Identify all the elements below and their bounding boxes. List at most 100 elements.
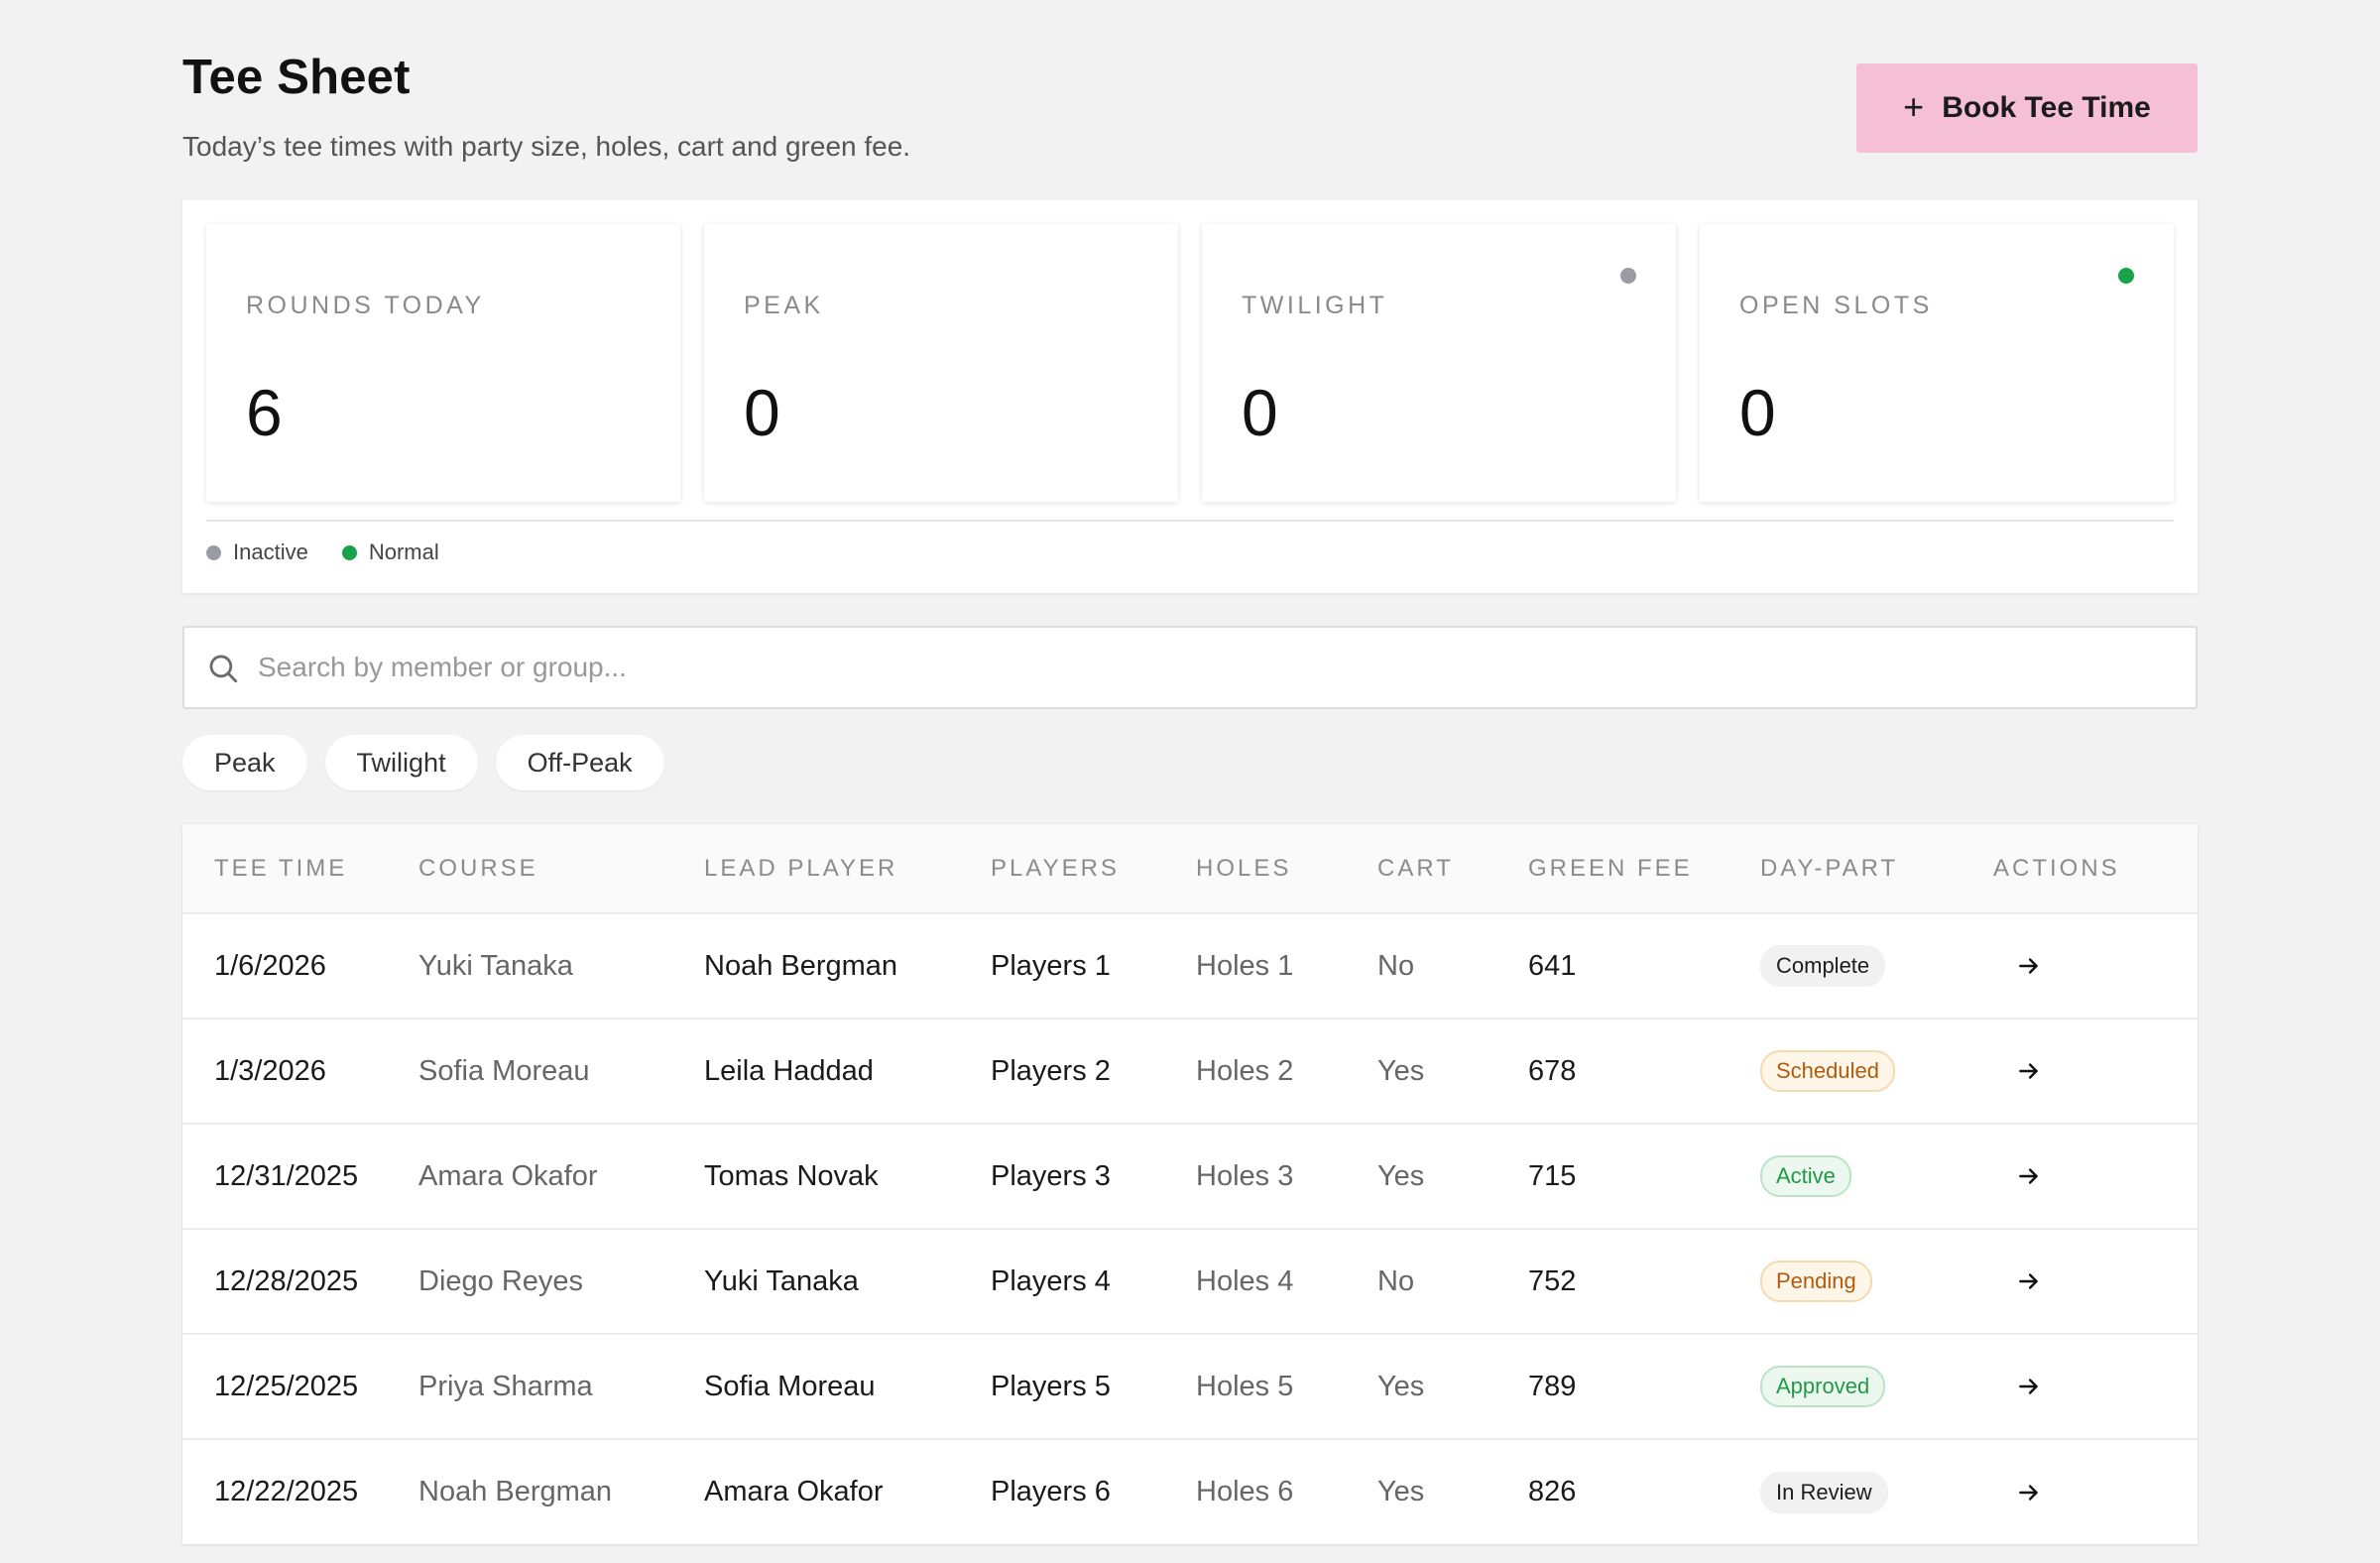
open-row-button[interactable]	[2007, 944, 2051, 988]
open-row-button[interactable]	[2007, 1365, 2051, 1408]
table-row[interactable]: 12/28/2025 Diego Reyes Yuki Tanaka Players …	[182, 1229, 2198, 1334]
cell-actions	[1993, 1334, 2198, 1439]
stat-card-open-slots: OPEN SLOTS 0	[1700, 224, 2174, 502]
stat-value: 0	[1739, 376, 1776, 449]
column-header-actions: ACTIONS	[1993, 854, 2120, 882]
column-header-cart[interactable]: CART	[1377, 824, 1528, 913]
cell-holes: Holes 6	[1196, 1476, 1294, 1507]
cell-day-part: Pending	[1760, 1229, 1993, 1334]
filter-chip-off-peak[interactable]: Off-Peak	[495, 735, 664, 790]
divider	[206, 520, 2174, 522]
cell-green-fee: 789	[1528, 1370, 1577, 1402]
table-row[interactable]: 1/6/2026 Yuki Tanaka Noah Bergman Players 1…	[182, 913, 2198, 1019]
cell-holes: Holes 1	[1196, 949, 1294, 982]
cell-actions	[1993, 1439, 2198, 1544]
column-header-tee-time[interactable]: TEE TIME	[182, 824, 418, 913]
cell-players: Players 4	[991, 1264, 1111, 1297]
table-row[interactable]: 12/22/2025 Noah Bergman Amara Okafor Player…	[182, 1439, 2198, 1544]
cell-holes: Holes 2	[1196, 1054, 1294, 1087]
search-input[interactable]	[258, 628, 2142, 707]
cell-day-part: Active	[1760, 1124, 1993, 1229]
cell-cart: Yes	[1377, 1476, 1425, 1507]
open-row-button[interactable]	[2007, 1049, 2051, 1093]
cell-players: Players 3	[991, 1159, 1111, 1192]
legend-label: Normal	[368, 540, 439, 564]
cell-cart: No	[1377, 949, 1415, 982]
arrow-right-icon	[2019, 1273, 2038, 1289]
cell-course: Priya Sharma	[418, 1370, 593, 1402]
cell-lead-player: Leila Haddad	[704, 1054, 874, 1087]
cell-day-part: Complete	[1760, 913, 1993, 1019]
column-header-players[interactable]: PLAYERS	[991, 824, 1196, 913]
stat-label: TWILIGHT	[1242, 292, 1388, 319]
cell-course: Sofia Moreau	[418, 1054, 590, 1087]
cell-players: Players 6	[991, 1476, 1111, 1507]
plus-icon: +	[1903, 85, 1925, 127]
stat-card-twilight: TWILIGHT 0	[1202, 224, 1676, 502]
legend-item-normal: Normal	[341, 540, 439, 565]
cell-holes: Holes 3	[1196, 1159, 1294, 1192]
column-header-lead-player[interactable]: LEAD PLAYER	[704, 824, 991, 913]
page-title: Tee Sheet	[182, 51, 411, 104]
book-tee-time-button[interactable]: + Book Tee Time	[1856, 63, 2198, 153]
cell-tee-time: 1/3/2026	[214, 1054, 326, 1087]
stat-value: 0	[744, 376, 780, 449]
cell-tee-time: 12/25/2025	[214, 1370, 359, 1402]
open-row-button[interactable]	[2007, 1154, 2051, 1198]
tee-times-table: TEE TIME COURSE LEAD PLAYER PLAYERS HOLE…	[182, 824, 2198, 1544]
arrow-right-icon	[2019, 1168, 2038, 1184]
book-tee-time-label: Book Tee Time	[1942, 91, 2151, 124]
table-row[interactable]: 1/3/2026 Sofia Moreau Leila Haddad Players …	[182, 1019, 2198, 1124]
cell-players: Players 2	[991, 1054, 1111, 1087]
column-header-day-part[interactable]: DAY-PART	[1760, 824, 1993, 913]
search-icon	[209, 655, 238, 683]
cell-holes: Holes 4	[1196, 1264, 1294, 1297]
legend-dot-icon	[341, 544, 357, 560]
stat-label: ROUNDS TODAY	[246, 292, 485, 319]
status-badge: Complete	[1760, 945, 1886, 987]
arrow-right-icon	[2019, 1484, 2038, 1501]
open-row-button[interactable]	[2007, 1471, 2051, 1514]
status-badge: Approved	[1760, 1366, 1886, 1407]
stat-card-peak: PEAK 0	[704, 224, 1178, 502]
filter-chip-peak[interactable]: Peak	[182, 735, 307, 790]
table-header-row: TEE TIME COURSE LEAD PLAYER PLAYERS HOLE…	[182, 824, 2198, 913]
cell-actions	[1993, 1019, 2198, 1124]
cell-green-fee: 826	[1528, 1476, 1577, 1507]
cell-day-part: Scheduled	[1760, 1019, 1993, 1124]
stat-card-rounds-today: ROUNDS TODAY 6	[206, 224, 680, 502]
open-row-button[interactable]	[2007, 1260, 2051, 1303]
legend-dot-icon	[206, 544, 221, 560]
page-subtitle: Today’s tee times with party size, holes…	[182, 131, 911, 162]
cell-tee-time: 12/22/2025	[214, 1476, 359, 1507]
cell-cart: Yes	[1377, 1054, 1425, 1087]
cell-players: Players 5	[991, 1370, 1111, 1402]
filter-chip-twilight[interactable]: Twilight	[324, 735, 478, 790]
cell-course: Yuki Tanaka	[418, 949, 573, 982]
legend-label: Inactive	[233, 540, 308, 564]
column-header-holes[interactable]: HOLES	[1196, 824, 1377, 913]
status-dot-icon	[1620, 268, 1636, 284]
cell-day-part: Approved	[1760, 1334, 1993, 1439]
cell-green-fee: 715	[1528, 1159, 1577, 1192]
cell-lead-player: Amara Okafor	[704, 1476, 884, 1507]
cell-course: Amara Okafor	[418, 1159, 598, 1192]
cell-green-fee: 752	[1528, 1264, 1577, 1297]
cell-cart: Yes	[1377, 1370, 1425, 1402]
table-row[interactable]: 12/31/2025 Amara Okafor Tomas Novak Players…	[182, 1124, 2198, 1229]
cell-course: Diego Reyes	[418, 1264, 584, 1297]
stat-label: OPEN SLOTS	[1739, 292, 1933, 319]
status-badge: Scheduled	[1760, 1050, 1895, 1092]
stats-panel: ROUNDS TODAY 6 PEAK 0 TWILIGHT 0 OPEN SL…	[182, 200, 2198, 593]
cell-course: Noah Bergman	[418, 1476, 613, 1507]
page: Tee Sheet Today’s tee times with party s…	[182, 0, 2198, 1544]
column-header-course[interactable]: COURSE	[418, 824, 704, 913]
status-badge: In Review	[1760, 1471, 1888, 1513]
cell-holes: Holes 5	[1196, 1370, 1294, 1402]
cell-tee-time: 12/31/2025	[214, 1159, 359, 1192]
legend-item-inactive: Inactive	[206, 540, 308, 565]
cell-lead-player: Yuki Tanaka	[704, 1264, 859, 1297]
arrow-right-icon	[2019, 958, 2038, 974]
column-header-green-fee[interactable]: GREEN FEE	[1528, 824, 1760, 913]
table-row[interactable]: 12/25/2025 Priya Sharma Sofia Moreau Player…	[182, 1334, 2198, 1439]
